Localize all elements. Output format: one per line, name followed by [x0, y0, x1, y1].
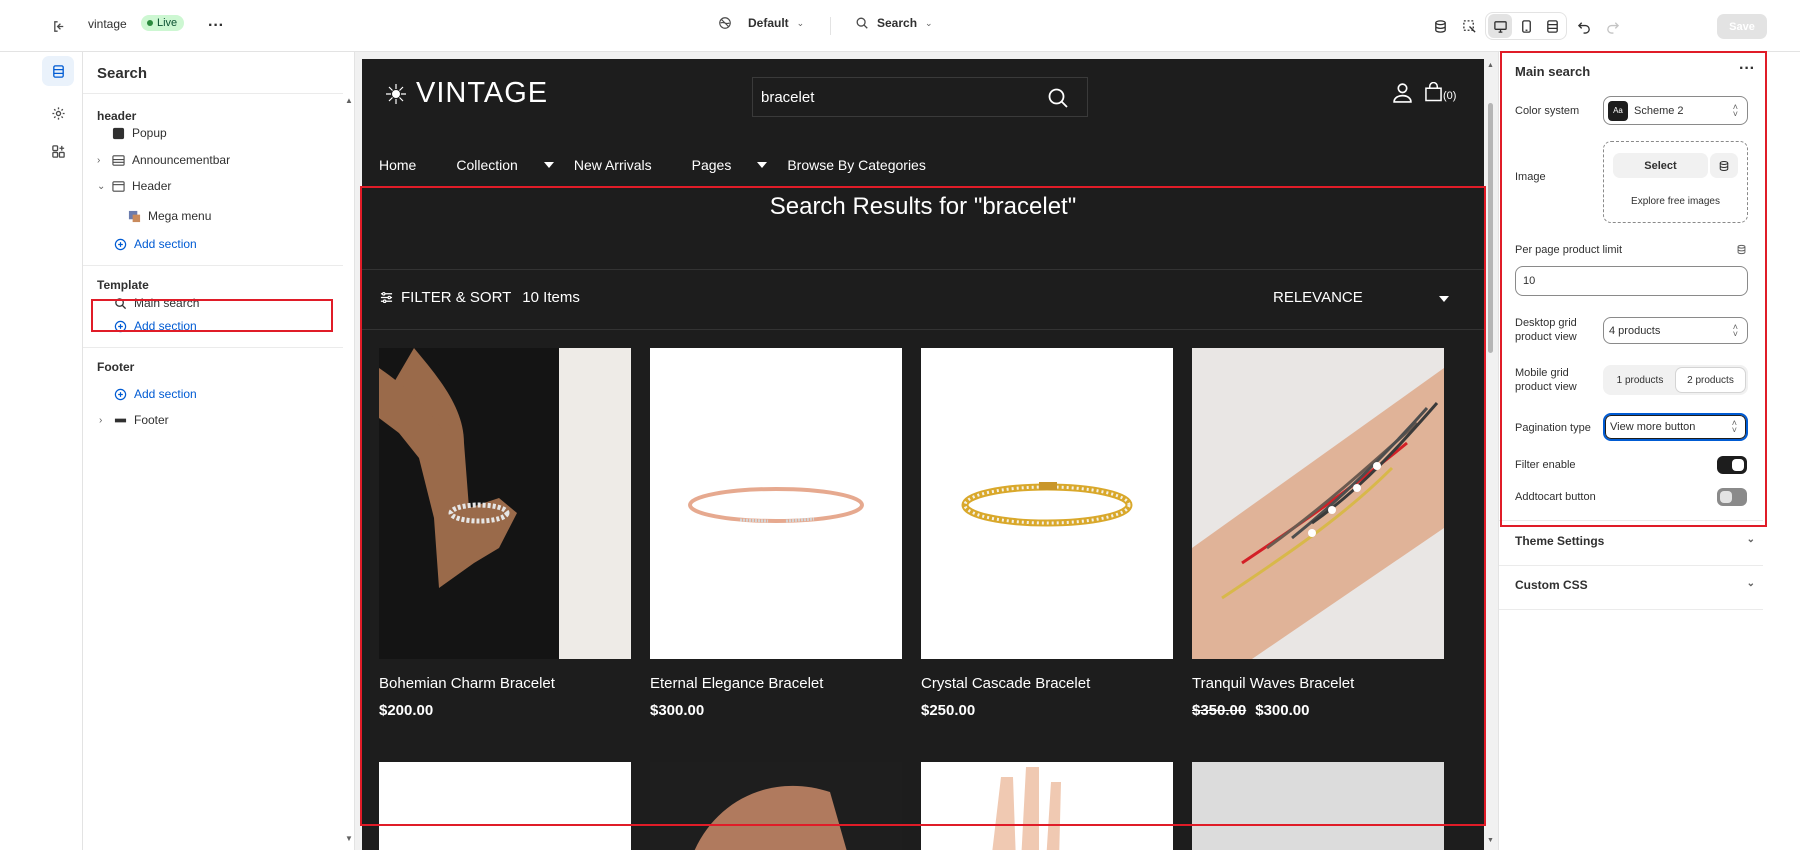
selection-highlight-main-search: [91, 299, 333, 332]
nav-browse-categories[interactable]: Browse By Categories: [787, 157, 946, 173]
divider: [83, 347, 343, 348]
search-icon: [856, 17, 868, 29]
exit-icon[interactable]: [47, 14, 71, 38]
live-badge: Live: [141, 15, 185, 31]
divider: [830, 17, 831, 35]
cart-button[interactable]: (0): [1425, 82, 1456, 102]
caret-down-icon: [757, 162, 768, 168]
gear-icon[interactable]: [42, 98, 74, 128]
store-name: vintage: [88, 17, 127, 31]
divider: [83, 265, 343, 266]
scroll-up-icon[interactable]: ▲: [345, 96, 353, 105]
cart-bag-icon: [1425, 82, 1442, 102]
store-search-input[interactable]: bracelet: [752, 77, 1088, 117]
sidebar-title: Search: [97, 65, 148, 82]
divider: [1499, 565, 1763, 566]
chevron-right-icon[interactable]: ›: [97, 155, 100, 166]
section-icon: [111, 153, 125, 167]
nav-collection[interactable]: Collection: [456, 157, 554, 173]
chevron-down-icon: ⌄: [925, 17, 933, 28]
selection-highlight-main-search-section: [360, 186, 1486, 826]
sections-sidebar: Search ▲ header Popup › Announcementbar …: [83, 52, 355, 850]
desktop-icon[interactable]: [1488, 14, 1512, 38]
fullscreen-icon[interactable]: [1540, 14, 1564, 38]
chevron-down-icon: ⌄: [1746, 578, 1755, 589]
plus-circle-icon: [113, 387, 127, 401]
apps-icon[interactable]: [42, 136, 74, 166]
add-section-header[interactable]: Add section: [113, 233, 197, 255]
plus-circle-icon: [113, 237, 127, 251]
template-group-title: Template: [97, 278, 149, 292]
store-nav: Home Collection New Arrivals Pages Brows…: [379, 157, 966, 173]
preview-scrollbar[interactable]: ▲ ▼: [1484, 59, 1498, 850]
sidebar-item-mega-menu[interactable]: Mega menu: [127, 205, 211, 227]
chevron-down-icon: ⌄: [796, 17, 805, 28]
selection-highlight-settings: [1500, 51, 1767, 527]
sidebar-item-header[interactable]: ⌄ Header: [97, 175, 171, 197]
search-icon[interactable]: [1047, 87, 1069, 109]
footer-group-title: Footer: [97, 360, 135, 374]
add-section-footer[interactable]: Add section: [113, 383, 197, 405]
chevron-right-icon[interactable]: ›: [99, 415, 102, 426]
top-bar: vintage Live ··· Default ⌄ Search ⌄ Save: [0, 0, 1800, 52]
sidebar-item-popup[interactable]: Popup: [111, 122, 167, 144]
header-section-icon: [111, 179, 125, 193]
caret-down-icon: [543, 162, 554, 168]
theme-selector[interactable]: Default ⌄: [718, 16, 804, 30]
redo-icon[interactable]: [1600, 14, 1624, 38]
left-rail: [37, 52, 83, 850]
more-options-icon[interactable]: ···: [204, 14, 228, 38]
scroll-up-icon[interactable]: ▲: [1487, 62, 1494, 69]
globe-icon: [719, 17, 731, 29]
page-selector[interactable]: Search ⌄: [855, 16, 933, 30]
inspector-icon[interactable]: [1457, 14, 1481, 38]
sidebar-item-announcementbar[interactable]: › Announcementbar: [97, 149, 230, 171]
theme-selector-label: Default: [748, 16, 789, 30]
divider: [1499, 609, 1763, 610]
footer-section-icon: [113, 413, 127, 427]
account-icon[interactable]: [1392, 82, 1413, 103]
database-icon[interactable]: [1428, 14, 1452, 38]
scrollbar-thumb[interactable]: [1488, 103, 1493, 353]
nav-home[interactable]: Home: [379, 157, 436, 173]
chevron-down-icon[interactable]: ⌄: [97, 181, 105, 192]
nav-pages[interactable]: Pages: [692, 157, 768, 173]
nav-new-arrivals[interactable]: New Arrivals: [574, 157, 672, 173]
scroll-down-icon[interactable]: ▼: [1487, 837, 1494, 844]
store-logo[interactable]: VINTAGE: [384, 77, 548, 110]
page-selector-label: Search: [877, 16, 918, 30]
cart-count: (0): [1443, 90, 1457, 102]
sun-logo-icon: [386, 83, 406, 104]
divider: [83, 93, 343, 94]
header-group-title: header: [97, 109, 137, 123]
save-button[interactable]: Save: [1717, 14, 1767, 39]
undo-icon[interactable]: [1572, 14, 1596, 38]
mega-menu-icon: [127, 209, 141, 223]
sidebar-item-footer[interactable]: › Footer: [99, 409, 169, 431]
live-dot-icon: [147, 20, 153, 26]
scroll-down-icon[interactable]: ▼: [345, 834, 353, 843]
sections-icon[interactable]: [42, 56, 74, 86]
mobile-icon[interactable]: [1514, 14, 1538, 38]
popup-icon: [111, 126, 125, 140]
chevron-down-icon: ⌄: [1746, 534, 1755, 545]
